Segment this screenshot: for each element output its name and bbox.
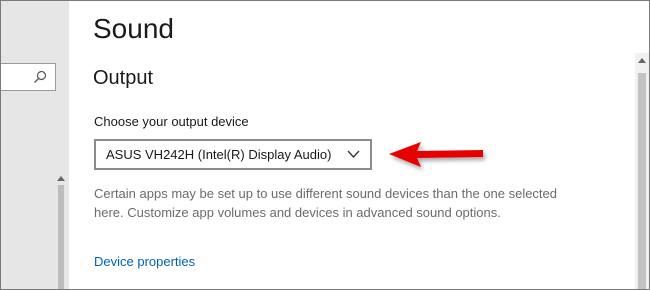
sound-settings-content: Sound Output Choose your output device A…: [69, 1, 635, 289]
chevron-down-icon: [347, 150, 360, 158]
output-description-text: Certain apps may be set up to use differ…: [94, 186, 558, 220]
device-properties-link[interactable]: Device properties: [94, 254, 195, 269]
output-device-label: Choose your output device: [94, 114, 249, 129]
content-scrollbar-thumb[interactable]: [638, 73, 646, 289]
nav-scrollbar[interactable]: [54, 173, 68, 289]
content-scrollbar[interactable]: [635, 53, 649, 289]
search-icon[interactable]: [33, 70, 47, 84]
navigation-pane: [1, 1, 69, 289]
settings-window: Sound Output Choose your output device A…: [0, 0, 650, 290]
output-section-heading: Output: [93, 67, 154, 89]
red-arrow-annotation-icon: [389, 142, 483, 167]
output-device-dropdown[interactable]: ASUS VH242H (Intel(R) Display Audio): [94, 139, 372, 170]
nav-scrollbar-thumb[interactable]: [58, 185, 64, 289]
scroll-up-arrow-icon[interactable]: [57, 176, 65, 181]
output-device-selected-value: ASUS VH242H (Intel(R) Display Audio): [106, 147, 332, 162]
page-title: Sound: [93, 13, 174, 44]
search-input[interactable]: [1, 63, 56, 91]
scroll-up-arrow-icon[interactable]: [638, 58, 646, 63]
